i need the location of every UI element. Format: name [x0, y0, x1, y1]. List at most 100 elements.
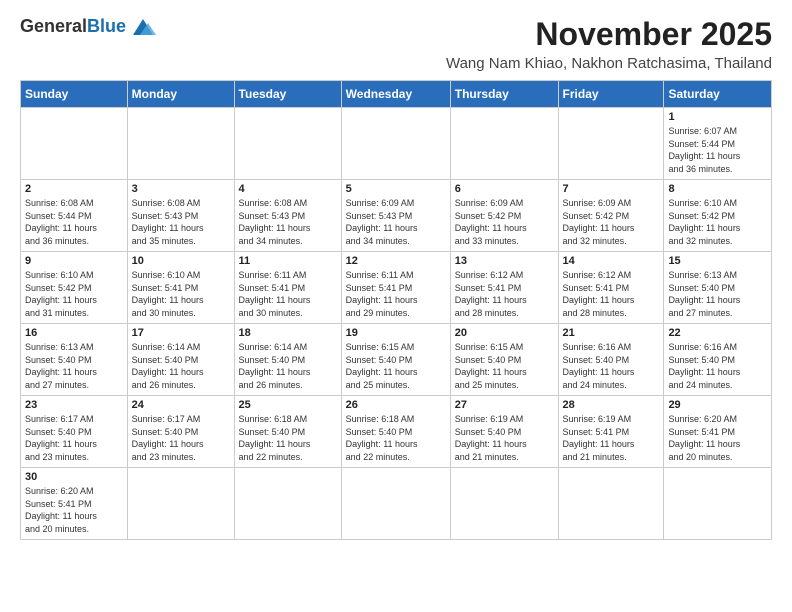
- cell-0-3: [341, 108, 450, 180]
- day-number-2-3: 12: [346, 255, 446, 267]
- day-number-2-0: 9: [25, 255, 123, 267]
- cell-1-3: 5 Sunrise: 6:09 AMSunset: 5:43 PMDaylight…: [341, 180, 450, 252]
- cell-3-3: 19 Sunrise: 6:15 AMSunset: 5:40 PMDayligh…: [341, 324, 450, 396]
- cell-4-3: 26Sunrise: 6:18 AMSunset: 5:40 PMDayligh…: [341, 396, 450, 468]
- cell-0-1: [127, 108, 234, 180]
- day-number-3-6: 22: [668, 327, 767, 339]
- day-info-2-0: Sunrise: 6:10 AMSunset: 5:42 PMDaylight:…: [25, 269, 123, 319]
- day-info-2-1: Sunrise: 6:10 AMSunset: 5:41 PMDaylight:…: [132, 269, 230, 319]
- cell-3-1: 17 Sunrise: 6:14 AMSunset: 5:40 PMDayligh…: [127, 324, 234, 396]
- day-info-4-4: Sunrise: 6:19 AMSunset: 5:40 PMDaylight:…: [455, 413, 554, 463]
- day-number-2-1: 10: [132, 255, 230, 267]
- week-row-5: 30 Sunrise: 6:20 AMSunset: 5:41 PMDayligh…: [21, 468, 772, 540]
- day-info-4-6: Sunrise: 6:20 AMSunset: 5:41 PMDaylight:…: [668, 413, 767, 463]
- day-number-2-5: 14: [563, 255, 660, 267]
- header-thursday: Thursday: [450, 81, 558, 108]
- title-area: November 2025 Wang Nam Khiao, Nakhon Rat…: [446, 16, 772, 72]
- cell-3-0: 16Sunrise: 6:13 AMSunset: 5:40 PMDayligh…: [21, 324, 128, 396]
- day-number-3-3: 19: [346, 327, 446, 339]
- day-number-2-2: 11: [239, 255, 337, 267]
- week-row-4: 23 Sunrise: 6:17 AMSunset: 5:40 PMDayligh…: [21, 396, 772, 468]
- day-info-1-1: Sunrise: 6:08 AMSunset: 5:43 PMDaylight:…: [132, 197, 230, 247]
- cell-5-0: 30 Sunrise: 6:20 AMSunset: 5:41 PMDayligh…: [21, 468, 128, 540]
- week-row-0: 1Sunrise: 6:07 AMSunset: 5:44 PMDaylight…: [21, 108, 772, 180]
- cell-4-4: 27 Sunrise: 6:19 AMSunset: 5:40 PMDayligh…: [450, 396, 558, 468]
- cell-1-4: 6 Sunrise: 6:09 AMSunset: 5:42 PMDaylight…: [450, 180, 558, 252]
- cell-1-1: 3 Sunrise: 6:08 AMSunset: 5:43 PMDaylight…: [127, 180, 234, 252]
- day-number-0-6: 1: [668, 111, 767, 123]
- cell-2-0: 9 Sunrise: 6:10 AMSunset: 5:42 PMDaylight…: [21, 252, 128, 324]
- cell-0-2: [234, 108, 341, 180]
- cell-2-1: 10 Sunrise: 6:10 AMSunset: 5:41 PMDayligh…: [127, 252, 234, 324]
- day-number-4-2: 25: [239, 399, 337, 411]
- day-info-2-5: Sunrise: 6:12 AMSunset: 5:41 PMDaylight:…: [563, 269, 660, 319]
- day-info-2-4: Sunrise: 6:12 AMSunset: 5:41 PMDaylight:…: [455, 269, 554, 319]
- day-info-1-2: Sunrise: 6:08 AMSunset: 5:43 PMDaylight:…: [239, 197, 337, 247]
- day-info-1-0: Sunrise: 6:08 AMSunset: 5:44 PMDaylight:…: [25, 197, 123, 247]
- calendar-table: Sunday Monday Tuesday Wednesday Thursday…: [20, 80, 772, 540]
- day-number-5-0: 30: [25, 471, 123, 483]
- day-number-3-1: 17: [132, 327, 230, 339]
- cell-5-5: [558, 468, 664, 540]
- day-info-5-0: Sunrise: 6:20 AMSunset: 5:41 PMDaylight:…: [25, 485, 123, 535]
- week-row-2: 9 Sunrise: 6:10 AMSunset: 5:42 PMDaylight…: [21, 252, 772, 324]
- cell-5-3: [341, 468, 450, 540]
- day-number-4-0: 23: [25, 399, 123, 411]
- day-number-1-0: 2: [25, 183, 123, 195]
- day-number-2-6: 15: [668, 255, 767, 267]
- header-saturday: Saturday: [664, 81, 772, 108]
- logo-blue-text: Blue: [87, 16, 126, 37]
- cell-5-2: [234, 468, 341, 540]
- day-number-4-1: 24: [132, 399, 230, 411]
- week-row-3: 16Sunrise: 6:13 AMSunset: 5:40 PMDayligh…: [21, 324, 772, 396]
- day-info-3-4: Sunrise: 6:15 AMSunset: 5:40 PMDaylight:…: [455, 341, 554, 391]
- header-row: Sunday Monday Tuesday Wednesday Thursday…: [21, 81, 772, 108]
- day-number-1-2: 4: [239, 183, 337, 195]
- cell-5-1: [127, 468, 234, 540]
- day-info-3-2: Sunrise: 6:14 AMSunset: 5:40 PMDaylight:…: [239, 341, 337, 391]
- day-number-1-6: 8: [668, 183, 767, 195]
- day-info-2-6: Sunrise: 6:13 AMSunset: 5:40 PMDaylight:…: [668, 269, 767, 319]
- day-info-3-6: Sunrise: 6:16 AMSunset: 5:40 PMDaylight:…: [668, 341, 767, 391]
- cell-4-2: 25Sunrise: 6:18 AMSunset: 5:40 PMDayligh…: [234, 396, 341, 468]
- cell-0-4: [450, 108, 558, 180]
- day-number-1-1: 3: [132, 183, 230, 195]
- day-number-1-3: 5: [346, 183, 446, 195]
- day-info-2-3: Sunrise: 6:11 AMSunset: 5:41 PMDaylight:…: [346, 269, 446, 319]
- cell-0-6: 1Sunrise: 6:07 AMSunset: 5:44 PMDaylight…: [664, 108, 772, 180]
- day-info-4-1: Sunrise: 6:17 AMSunset: 5:40 PMDaylight:…: [132, 413, 230, 463]
- day-number-2-4: 13: [455, 255, 554, 267]
- day-number-1-5: 7: [563, 183, 660, 195]
- cell-2-2: 11 Sunrise: 6:11 AMSunset: 5:41 PMDayligh…: [234, 252, 341, 324]
- cell-3-2: 18Sunrise: 6:14 AMSunset: 5:40 PMDayligh…: [234, 324, 341, 396]
- cell-3-6: 22 Sunrise: 6:16 AMSunset: 5:40 PMDayligh…: [664, 324, 772, 396]
- day-number-3-4: 20: [455, 327, 554, 339]
- logo-general-text: General: [20, 16, 87, 37]
- day-info-1-3: Sunrise: 6:09 AMSunset: 5:43 PMDaylight:…: [346, 197, 446, 247]
- day-info-1-5: Sunrise: 6:09 AMSunset: 5:42 PMDaylight:…: [563, 197, 660, 247]
- cell-0-5: [558, 108, 664, 180]
- header-sunday: Sunday: [21, 81, 128, 108]
- cell-4-5: 28Sunrise: 6:19 AMSunset: 5:41 PMDayligh…: [558, 396, 664, 468]
- cell-5-4: [450, 468, 558, 540]
- cell-0-0: [21, 108, 128, 180]
- day-number-3-5: 21: [563, 327, 660, 339]
- cell-1-5: 7 Sunrise: 6:09 AMSunset: 5:42 PMDaylight…: [558, 180, 664, 252]
- day-info-3-3: Sunrise: 6:15 AMSunset: 5:40 PMDaylight:…: [346, 341, 446, 391]
- day-info-1-4: Sunrise: 6:09 AMSunset: 5:42 PMDaylight:…: [455, 197, 554, 247]
- day-info-3-1: Sunrise: 6:14 AMSunset: 5:40 PMDaylight:…: [132, 341, 230, 391]
- logo: General Blue: [20, 16, 158, 37]
- cell-3-5: 21Sunrise: 6:16 AMSunset: 5:40 PMDayligh…: [558, 324, 664, 396]
- cell-2-5: 14 Sunrise: 6:12 AMSunset: 5:41 PMDayligh…: [558, 252, 664, 324]
- logo-icon: [128, 17, 158, 37]
- day-info-2-2: Sunrise: 6:11 AMSunset: 5:41 PMDaylight:…: [239, 269, 337, 319]
- day-number-4-6: 29: [668, 399, 767, 411]
- header-wednesday: Wednesday: [341, 81, 450, 108]
- day-number-4-4: 27: [455, 399, 554, 411]
- day-number-1-4: 6: [455, 183, 554, 195]
- header-friday: Friday: [558, 81, 664, 108]
- location-subtitle: Wang Nam Khiao, Nakhon Ratchasima, Thail…: [446, 55, 772, 72]
- day-info-4-5: Sunrise: 6:19 AMSunset: 5:41 PMDaylight:…: [563, 413, 660, 463]
- day-info-4-3: Sunrise: 6:18 AMSunset: 5:40 PMDaylight:…: [346, 413, 446, 463]
- week-row-1: 2 Sunrise: 6:08 AMSunset: 5:44 PMDaylight…: [21, 180, 772, 252]
